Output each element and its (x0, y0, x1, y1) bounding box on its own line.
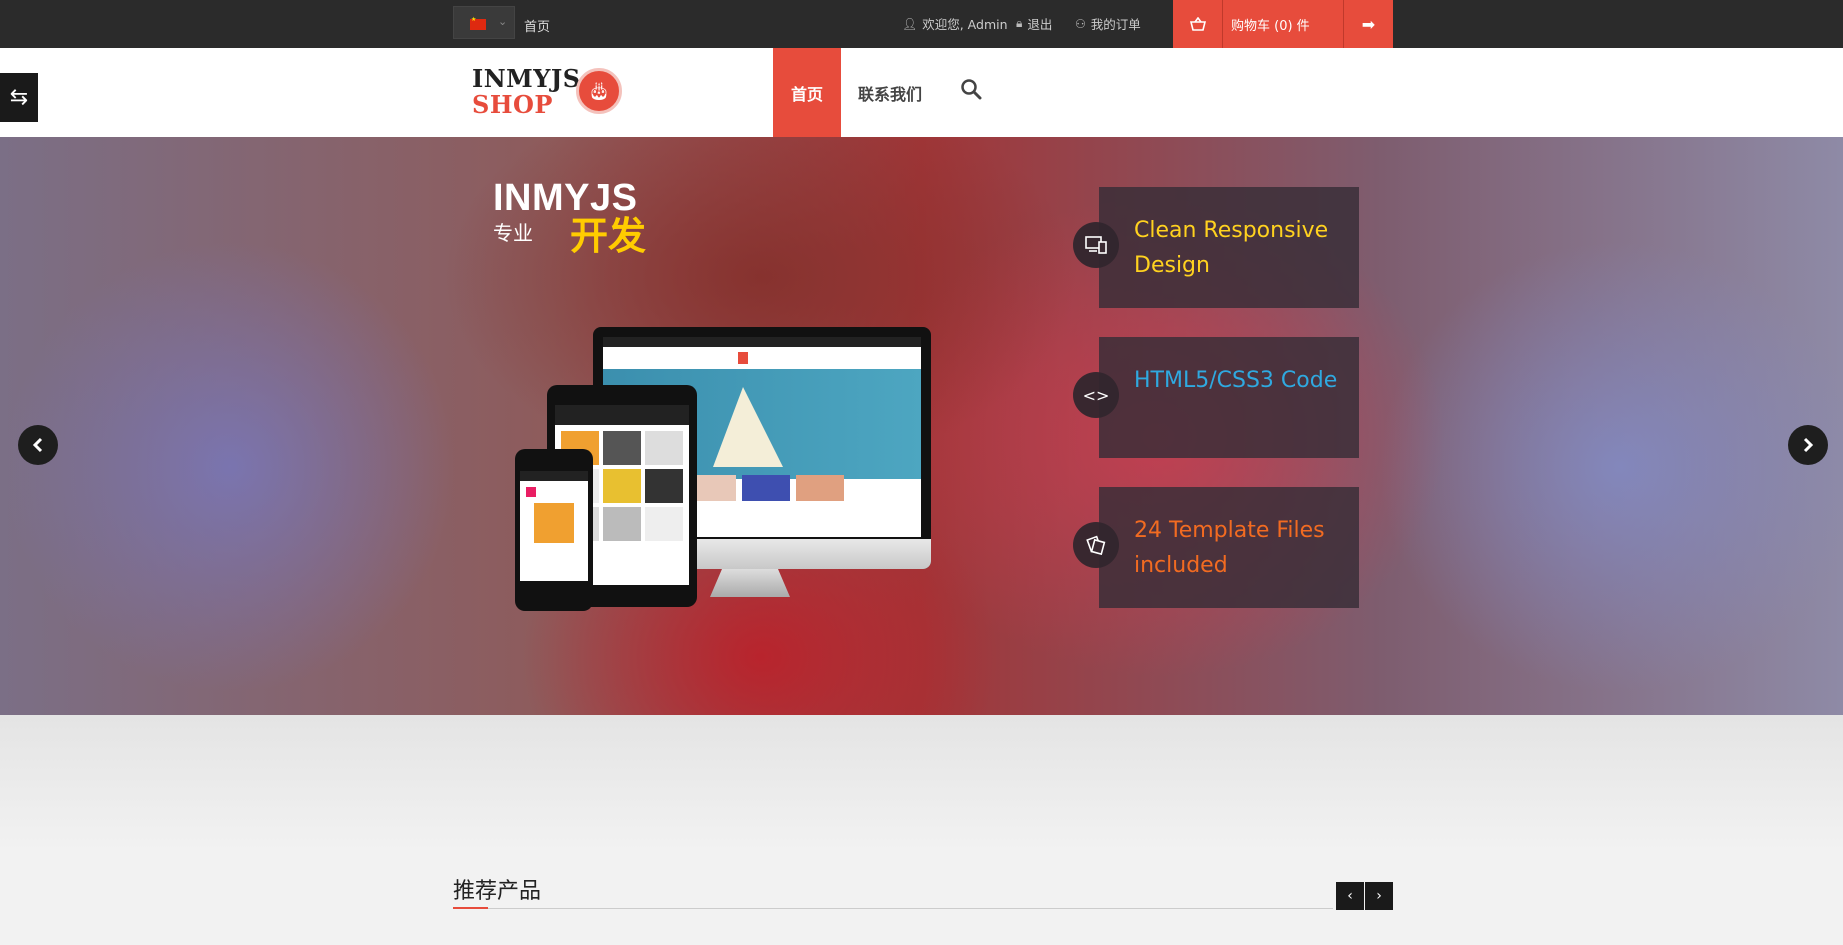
feature-templates-text: 24 Template Files included (1134, 518, 1325, 578)
my-orders-link[interactable]: ⚇ 我的订单 (1075, 14, 1141, 33)
nav-contact[interactable]: 联系我们 (858, 81, 922, 105)
code-icon: <> (1073, 372, 1119, 418)
featured-products-section: 推荐产品 ‹ › (0, 715, 1843, 945)
carousel-prev-button[interactable]: ‹ (1336, 882, 1364, 910)
slider-prev-button[interactable] (18, 425, 58, 465)
logo-text-bottom: SHOP (472, 90, 553, 119)
top-home-link[interactable]: 首页 (524, 16, 550, 35)
lock-icon: 🔒︎ (1016, 16, 1023, 30)
hero-slider: INMYJS 专业 开发 Clean Responsive Design HTM… (0, 137, 1843, 715)
devices-icon (1073, 222, 1119, 268)
china-flag-icon (470, 16, 486, 30)
responsive-devices-image (515, 327, 935, 617)
checkout-arrow-icon[interactable]: ➡ (1343, 0, 1393, 48)
feature-responsive: Clean Responsive Design (1099, 187, 1359, 308)
user-icon: 👤︎ (902, 16, 918, 31)
main-header: ⇆ INMYJS SHOP 🎂︎ 首页 联系我们 (0, 48, 1843, 137)
carousel-next-button[interactable]: › (1365, 882, 1393, 910)
section-divider (453, 908, 1333, 909)
hero-subtitle-big: 开发 (570, 214, 647, 258)
feature-html5-text: HTML5/CSS3 Code (1134, 368, 1338, 393)
search-icon[interactable] (960, 78, 982, 100)
language-selector[interactable]: ⌄ (453, 6, 515, 39)
monitor-stand (710, 569, 790, 597)
orders-text: 我的订单 (1090, 17, 1141, 32)
feature-templates: 24 Template Files included (1099, 487, 1359, 608)
slider-next-button[interactable] (1788, 425, 1828, 465)
logout-link[interactable]: 🔒︎ 退出 (1016, 14, 1052, 33)
cart[interactable]: 购物车 (0) 件 ➡ (1173, 0, 1393, 48)
nav-home[interactable]: 首页 (773, 48, 841, 137)
logo-text-top: INMYJS (472, 64, 581, 93)
sidebar-toggle-icon[interactable]: ⇆ (0, 73, 38, 122)
cart-label: 购物车 (0) 件 (1231, 19, 1310, 34)
section-accent-line (453, 907, 488, 909)
phone-image (515, 449, 593, 611)
logout-text: 退出 (1027, 17, 1053, 32)
welcome-user[interactable]: 👤︎ 欢迎您, Admin (902, 14, 1008, 33)
basket-icon (1173, 0, 1223, 48)
feature-html5: HTML5/CSS3 Code (1099, 337, 1359, 458)
site-logo[interactable]: INMYJS SHOP 🎂︎ (472, 64, 632, 124)
chevron-down-icon: ⌄ (498, 15, 508, 28)
top-bar: ⌄ 首页 👤︎ 欢迎您, Admin 🔒︎ 退出 ⚇ 我的订单 购物车 (0) … (0, 0, 1843, 48)
hero-subtitle-small: 专业 (493, 221, 533, 245)
welcome-text: 欢迎您, Admin (922, 17, 1008, 32)
orders-icon: ⚇ (1075, 16, 1086, 31)
feature-responsive-text: Clean Responsive Design (1134, 218, 1329, 278)
cake-icon: 🎂︎ (576, 68, 622, 114)
files-icon (1073, 522, 1119, 568)
section-title: 推荐产品 (453, 879, 542, 904)
